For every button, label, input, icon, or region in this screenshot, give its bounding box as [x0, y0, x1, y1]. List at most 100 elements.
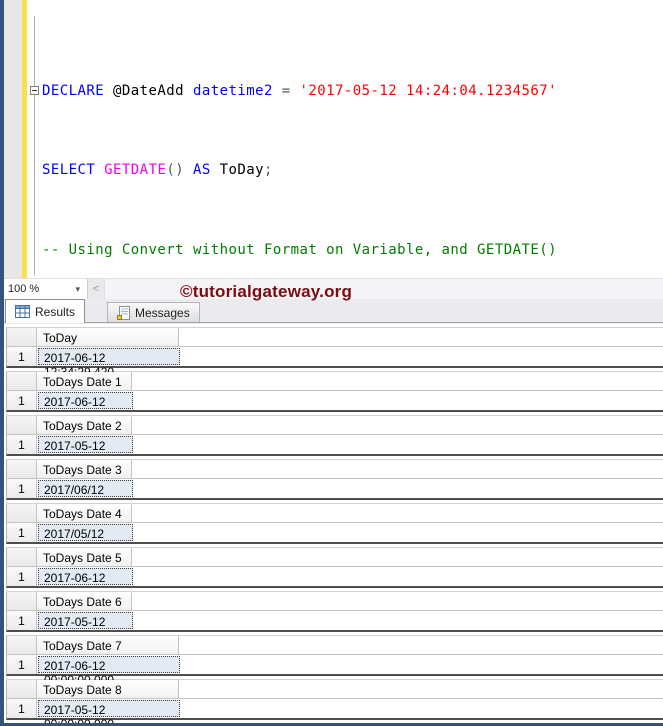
zoom-level-value: 100 % [8, 283, 40, 295]
grid-row-number[interactable]: 1 [7, 655, 37, 674]
grid-value-cell[interactable]: 2017/05/12 [38, 524, 133, 541]
code-outline-line [34, 16, 35, 275]
grid-value-cell[interactable]: 2017-06-12 00:00:00.000 [38, 656, 180, 687]
grid-data-row: 1 2017/05/12 [6, 523, 663, 544]
grid-data-row: 1 2017-06-12 [6, 567, 663, 588]
results-pane: ToDay 1 2017-06-12 12:34:29.420 ToDays D… [4, 327, 663, 726]
code-line-text: DECLARE @DateAdd datetime2 = '2017-05-12… [42, 83, 557, 99]
grid-data-row: 1 2017-06-12 12:34:29.420 [6, 347, 663, 379]
result-grid: ToDays Date 1 1 2017-06-12 [6, 371, 663, 412]
result-grid: ToDay 1 2017-06-12 12:34:29.420 [6, 327, 663, 379]
fold-slot [30, 82, 42, 102]
grid-corner-cell[interactable] [7, 416, 37, 434]
result-grid: ToDays Date 4 1 2017/05/12 [6, 503, 663, 544]
watermark-text: ©tutorialgateway.org [180, 282, 353, 301]
code-line[interactable]: SELECT GETDATE() AS ToDay; [30, 161, 663, 181]
grid-header-row: ToDays Date 1 [6, 371, 663, 391]
code-token: '2017-05-12 14:24:04.1234567' [299, 83, 557, 100]
grid-column-header[interactable]: ToDays Date 5 [37, 548, 132, 566]
grid-row-number[interactable]: 1 [7, 611, 37, 630]
grid-value-cell[interactable]: 2017-06-12 [38, 392, 133, 409]
grid-row-number[interactable]: 1 [7, 391, 37, 410]
grid-value-cell[interactable]: 2017-05-12 00:00:00.000 [38, 700, 180, 726]
result-grid: ToDays Date 2 1 2017-05-12 [6, 415, 663, 456]
grid-corner-cell[interactable] [7, 548, 37, 566]
code-token: @DateAdd [104, 83, 193, 100]
result-grid: ToDays Date 5 1 2017-06-12 [6, 547, 663, 588]
grid-corner-cell[interactable] [7, 328, 37, 346]
grid-value-cell[interactable]: 2017-06-12 [38, 568, 133, 585]
editor-gutter [4, 0, 22, 278]
grid-data-row: 1 2017-05-12 00:00:00.000 [6, 699, 663, 726]
grid-corner-cell[interactable] [7, 460, 37, 478]
hscroll-left-button[interactable]: < [88, 279, 105, 299]
grid-value-cell[interactable]: 2017-05-12 [38, 436, 133, 453]
grid-header-row: ToDays Date 6 [6, 591, 663, 611]
grid-row-number[interactable]: 1 [7, 435, 37, 454]
results-grid-icon [15, 305, 30, 318]
collapse-region-toggle[interactable] [30, 86, 39, 96]
tab-results-label: Results [35, 304, 76, 319]
chevron-down-icon[interactable]: ▾ [72, 284, 83, 295]
result-grid: ToDays Date 8 1 2017-05-12 00:00:00.000 [6, 679, 663, 726]
code-token: () [166, 162, 185, 179]
grid-value-cell[interactable]: 2017-06-12 12:34:29.420 [38, 348, 180, 379]
messages-icon [117, 306, 130, 320]
code-line[interactable]: -- Using Convert without Format on Varia… [30, 241, 663, 261]
grid-column-header[interactable]: ToDays Date 2 [37, 416, 132, 434]
grid-row-number[interactable]: 1 [7, 699, 37, 718]
grid-header-row: ToDays Date 7 [6, 635, 663, 655]
sql-editor[interactable]: DECLARE @DateAdd datetime2 = '2017-05-12… [4, 0, 663, 278]
code-token: GETDATE [104, 162, 167, 179]
tab-results[interactable]: Results [5, 299, 86, 323]
grid-column-header[interactable]: ToDay [37, 328, 179, 346]
grid-corner-cell[interactable] [7, 504, 37, 522]
code-line[interactable]: DECLARE @DateAdd datetime2 = '2017-05-12… [30, 82, 663, 102]
grid-column-header[interactable]: ToDays Date 4 [37, 504, 132, 522]
code-area[interactable]: DECLARE @DateAdd datetime2 = '2017-05-12… [27, 0, 663, 278]
grid-row-number[interactable]: 1 [7, 347, 37, 366]
code-token: datetime2 [192, 83, 273, 100]
code-token: ; [264, 162, 273, 179]
grid-row-number[interactable]: 1 [7, 479, 37, 498]
grid-column-header[interactable]: ToDays Date 6 [37, 592, 132, 610]
grid-column-header[interactable]: ToDays Date 1 [37, 372, 132, 390]
result-grid: ToDays Date 6 1 2017-05-12 [6, 591, 663, 632]
grid-header-row: ToDays Date 8 [6, 679, 663, 699]
code-token: AS [192, 162, 211, 179]
editor-zoom-control[interactable]: 100 % ▾ [4, 279, 88, 299]
grid-corner-cell[interactable] [7, 680, 37, 698]
grid-value-cell[interactable]: 2017/06/12 [38, 480, 133, 497]
grid-data-row: 1 2017-06-12 00:00:00.000 [6, 655, 663, 687]
grid-corner-cell[interactable] [7, 636, 37, 654]
grid-row-number[interactable]: 1 [7, 567, 37, 586]
grid-header-row: ToDays Date 2 [6, 415, 663, 435]
tab-messages[interactable]: Messages [107, 302, 200, 323]
ssms-window: DECLARE @DateAdd datetime2 = '2017-05-12… [0, 0, 663, 726]
code-token: = [272, 83, 300, 100]
grid-column-header[interactable]: ToDays Date 7 [37, 636, 179, 654]
grid-column-header[interactable]: ToDays Date 3 [37, 460, 132, 478]
code-token: DECLARE [42, 83, 105, 100]
results-tabstrip: Results Messages [4, 299, 663, 324]
grid-header-row: ToDays Date 5 [6, 547, 663, 567]
tab-messages-label: Messages [135, 306, 190, 320]
grid-row-number[interactable]: 1 [7, 523, 37, 542]
grid-column-header[interactable]: ToDays Date 8 [37, 680, 179, 698]
grid-data-row: 1 2017-05-12 [6, 435, 663, 456]
grid-corner-cell[interactable] [7, 592, 37, 610]
grid-header-row: ToDay [6, 327, 663, 347]
result-grid: ToDays Date 7 1 2017-06-12 00:00:00.000 [6, 635, 663, 687]
grid-value-cell[interactable]: 2017-05-12 [38, 612, 133, 629]
code-line-text: SELECT GETDATE() AS ToDay; [42, 162, 273, 178]
code-token: ToDay [210, 162, 265, 179]
grid-corner-cell[interactable] [7, 372, 37, 390]
grid-data-row: 1 2017/06/12 [6, 479, 663, 500]
grid-header-row: ToDays Date 4 [6, 503, 663, 523]
window-left-border [0, 0, 4, 726]
scroll-left-icon: < [92, 283, 100, 295]
grid-data-row: 1 2017-06-12 [6, 391, 663, 412]
grid-data-row: 1 2017-05-12 [6, 611, 663, 632]
